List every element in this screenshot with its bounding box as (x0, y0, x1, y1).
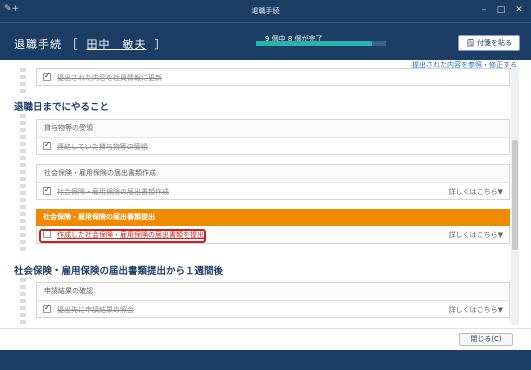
task-row: 社会保険・雇用保険の届出書類作成 詳しくはこちら▼ (37, 182, 509, 199)
task-group-title: 社会保険・雇用保険の届出書類作成 (37, 165, 509, 182)
minimize-icon[interactable]: – (478, 4, 490, 16)
task-checkbox[interactable] (43, 303, 51, 313)
task-card: 貸与物等の受領 連絡していた貸与物等の受領 (36, 119, 510, 155)
task-card: 社会保険・雇用保険の届出書類作成 社会保険・雇用保険の届出書類作成 詳しくはこち… (36, 164, 510, 200)
active-task-header: 社会保険・雇用保険の届出書類提出 (36, 209, 510, 226)
window-titlebar: ✎+ 退職手続 – □ ✕ (0, 0, 531, 22)
bottom-band (0, 350, 531, 370)
details-link[interactable]: 詳しくはこちら▼ (449, 187, 503, 197)
window-title: 退職手続 (251, 7, 280, 15)
task-card: 申請結果の確認 提出先に申請結果の照会 詳しくはこちら▼ (36, 282, 510, 318)
timeline-line (20, 278, 26, 326)
task-card: 提出された内容を社員情報に更新 (36, 68, 510, 86)
task-label[interactable]: 連絡していた貸与物等の受領 (57, 142, 148, 152)
footer-bar (0, 328, 531, 348)
task-group-title: 申請結果の確認 (37, 283, 509, 300)
progress-bar (256, 41, 386, 46)
sticky-note-button[interactable]: 🗒 付箋を貼る (458, 35, 520, 51)
bracket-close: ］ (154, 38, 167, 51)
close-button[interactable]: 閉じる(C) (459, 333, 513, 346)
task-row: 提出された内容を社員情報に更新 (37, 69, 509, 86)
progress-bar-fill (256, 41, 372, 46)
task-checkbox[interactable] (43, 71, 51, 81)
task-row: 連絡していた貸与物等の受領 (37, 137, 509, 154)
page-title-text: 退職手続 (14, 38, 62, 51)
highlight-annotation (39, 229, 206, 243)
task-label[interactable]: 提出先に申請結果の照会 (57, 305, 134, 315)
bracket-open: ［ (66, 38, 79, 51)
task-group-title: 貸与物等の受領 (37, 120, 509, 137)
details-link[interactable]: 詳しくはこちら▼ (449, 230, 503, 240)
scrollbar-thumb[interactable] (512, 140, 518, 250)
sticky-note-icon: 🗒 (465, 39, 475, 47)
section-title: 社会保険・雇用保険の届出書類提出から１週間後 (14, 266, 224, 277)
section-title: 退職日までにやること (14, 102, 110, 113)
task-checkbox[interactable] (43, 140, 51, 150)
employee-name-link[interactable]: 田中 敏夫 (87, 38, 147, 51)
task-label[interactable]: 提出された内容を社員情報に更新 (57, 73, 162, 83)
sticky-note-label: 付箋を貼る (477, 39, 513, 47)
close-icon[interactable]: ✕ (513, 4, 525, 16)
task-label[interactable]: 社会保険・雇用保険の届出書類作成 (57, 187, 169, 197)
page-title: 退職手続 ［ 田中 敏夫 ］ (14, 36, 167, 52)
timeline-line (20, 114, 26, 252)
task-row: 提出先に申請結果の照会 詳しくはこちら▼ (37, 300, 509, 317)
task-checkbox[interactable] (43, 185, 51, 195)
maximize-icon[interactable]: □ (495, 4, 507, 16)
timeline-line (20, 68, 26, 96)
details-link[interactable]: 詳しくはこちら▼ (449, 305, 503, 315)
